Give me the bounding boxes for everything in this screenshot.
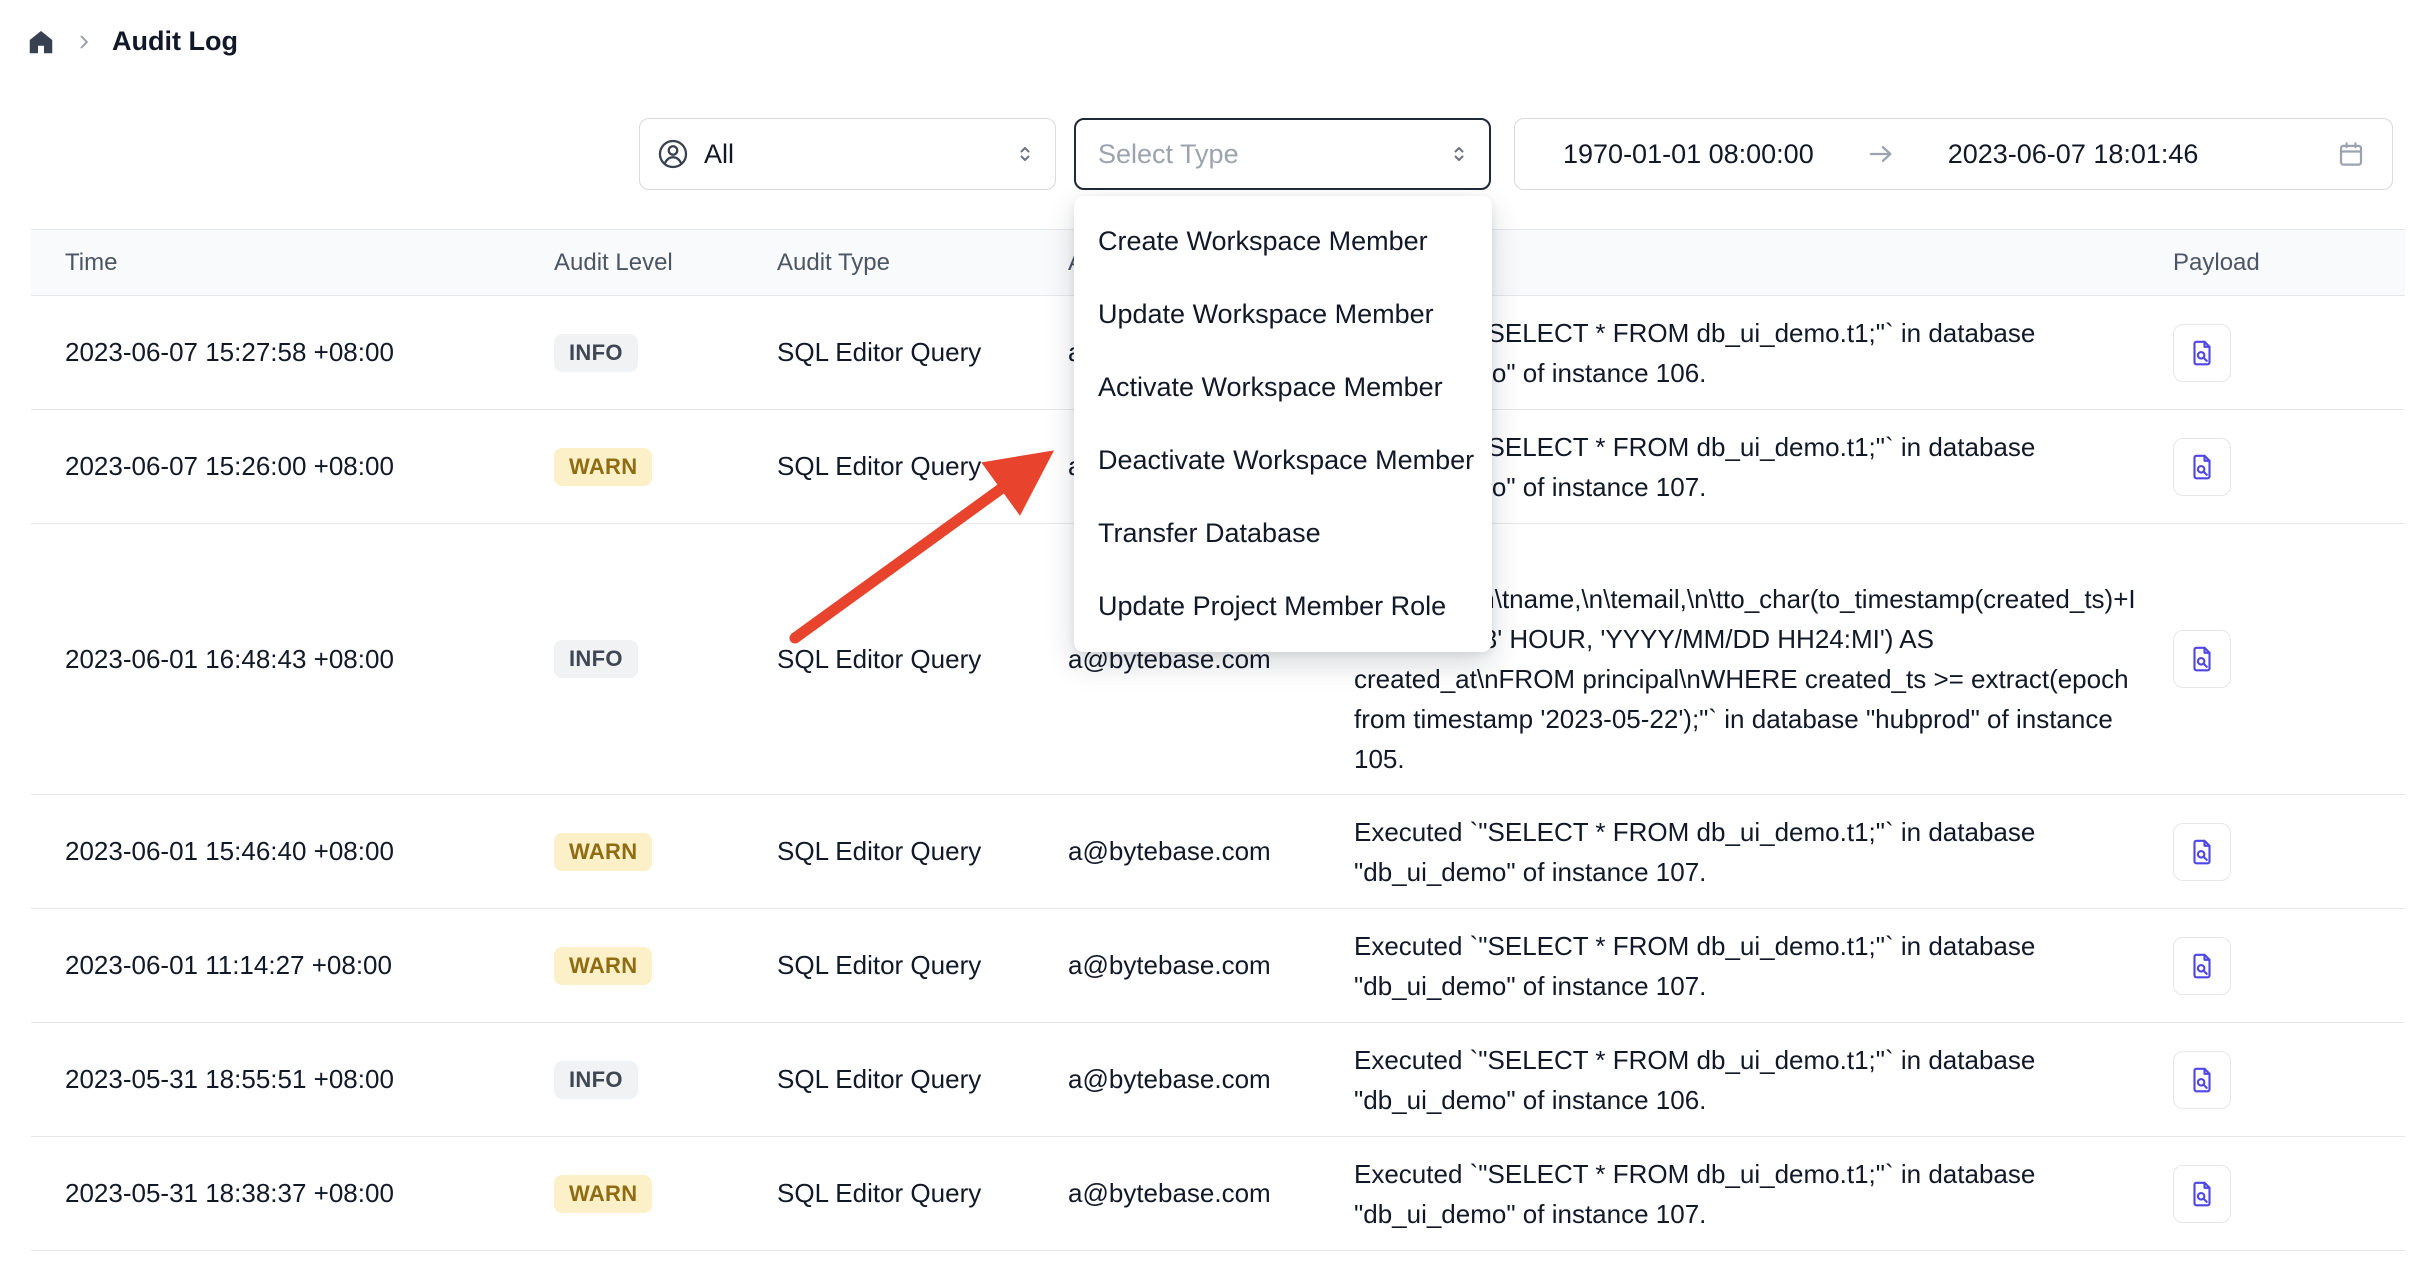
file-search-icon	[2187, 452, 2217, 482]
column-header-payload: Payload	[2173, 249, 2405, 277]
page-title: Audit Log	[112, 26, 238, 57]
date-range-end: 2023-06-07 18:01:46	[1948, 139, 2199, 170]
audit-level-badge: WARN	[554, 833, 652, 871]
audit-type-placeholder: Select Type	[1098, 139, 1239, 170]
file-search-icon	[2187, 644, 2217, 674]
type-option-deactivate-workspace-member[interactable]: Deactivate Workspace Member	[1074, 424, 1492, 497]
table-row: 2023-06-01 11:14:27 +08:00 WARN SQL Edit…	[31, 909, 2405, 1023]
audit-type-cell: SQL Editor Query	[777, 950, 1068, 981]
chevron-right-icon	[74, 32, 94, 52]
table-row: 2023-05-31 18:38:37 +08:00 WARN SQL Edit…	[31, 1137, 2405, 1251]
filter-bar: All Select Type Create Workspace Member …	[639, 118, 2393, 190]
time-cell: 2023-05-31 18:38:37 +08:00	[31, 1178, 554, 1209]
time-cell: 2023-05-31 18:55:51 +08:00	[31, 1064, 554, 1095]
table-row: 2023-05-31 18:55:51 +08:00 INFO SQL Edit…	[31, 1023, 2405, 1137]
home-icon[interactable]	[26, 27, 56, 57]
person-circle-icon	[656, 137, 690, 171]
date-range-picker[interactable]: 1970-01-01 08:00:00 2023-06-07 18:01:46	[1514, 118, 2393, 190]
time-cell: 2023-06-07 15:26:00 +08:00	[31, 451, 554, 482]
audit-level-badge: WARN	[554, 448, 652, 486]
audit-type-cell: SQL Editor Query	[777, 1064, 1068, 1095]
comment-cell: Executed `"SELECT * FROM db_ui_demo.t1;"…	[1354, 926, 2173, 1006]
audit-level-badge: INFO	[554, 640, 638, 678]
type-option-update-workspace-member[interactable]: Update Workspace Member	[1074, 278, 1492, 351]
type-option-transfer-database[interactable]: Transfer Database	[1074, 497, 1492, 570]
audit-level-badge: INFO	[554, 1061, 638, 1099]
table-row: 2023-06-01 15:46:40 +08:00 WARN SQL Edit…	[31, 795, 2405, 909]
chevron-up-down-icon	[1447, 142, 1471, 166]
actor-cell: a@bytebase.com	[1068, 836, 1354, 867]
time-cell: 2023-06-01 16:48:43 +08:00	[31, 644, 554, 675]
audit-type-cell: SQL Editor Query	[777, 644, 1068, 675]
type-option-update-project-member[interactable]: Update Project Member Role	[1074, 570, 1492, 643]
time-cell: 2023-06-07 15:27:58 +08:00	[31, 337, 554, 368]
view-payload-button[interactable]	[2173, 438, 2231, 496]
audit-type-cell: SQL Editor Query	[777, 1178, 1068, 1209]
audit-level-badge: WARN	[554, 947, 652, 985]
file-search-icon	[2187, 1179, 2217, 1209]
audit-type-dropdown: Create Workspace Member Update Workspace…	[1074, 196, 1492, 652]
comment-cell: Executed `"SELECT * FROM db_ui_demo.t1;"…	[1354, 1154, 2173, 1234]
comment-cell: Executed `"SELECT * FROM db_ui_demo.t1;"…	[1354, 812, 2173, 892]
actor-scope-select[interactable]: All	[639, 118, 1056, 190]
audit-level-badge: WARN	[554, 1175, 652, 1213]
file-search-icon	[2187, 338, 2217, 368]
actor-cell: a@bytebase.com	[1068, 1064, 1354, 1095]
audit-level-badge: INFO	[554, 334, 638, 372]
column-header-time: Time	[31, 249, 554, 277]
comment-cell: Executed `"SELECT * FROM db_ui_demo.t1;"…	[1354, 1040, 2173, 1120]
type-option-activate-workspace-member[interactable]: Activate Workspace Member	[1074, 351, 1492, 424]
actor-cell: a@bytebase.com	[1068, 1178, 1354, 1209]
view-payload-button[interactable]	[2173, 937, 2231, 995]
view-payload-button[interactable]	[2173, 823, 2231, 881]
file-search-icon	[2187, 951, 2217, 981]
audit-type-cell: SQL Editor Query	[777, 836, 1068, 867]
audit-type-cell: SQL Editor Query	[777, 451, 1068, 482]
column-header-audit-type: Audit Type	[777, 249, 1068, 277]
chevron-up-down-icon	[1013, 142, 1037, 166]
column-header-audit-level: Audit Level	[554, 249, 777, 277]
view-payload-button[interactable]	[2173, 630, 2231, 688]
audit-type-filter: Select Type Create Workspace Member Upda…	[1074, 118, 1491, 190]
actor-scope-value: All	[704, 139, 734, 170]
file-search-icon	[2187, 837, 2217, 867]
audit-type-select[interactable]: Select Type	[1074, 118, 1491, 190]
audit-type-cell: SQL Editor Query	[777, 337, 1068, 368]
type-option-create-workspace-member[interactable]: Create Workspace Member	[1074, 205, 1492, 278]
view-payload-button[interactable]	[2173, 324, 2231, 382]
view-payload-button[interactable]	[2173, 1051, 2231, 1109]
calendar-icon	[2336, 139, 2366, 169]
time-cell: 2023-06-01 15:46:40 +08:00	[31, 836, 554, 867]
breadcrumb: Audit Log	[26, 26, 238, 57]
file-search-icon	[2187, 1065, 2217, 1095]
date-range-start: 1970-01-01 08:00:00	[1563, 139, 1814, 170]
arrow-right-icon	[1866, 139, 1896, 169]
time-cell: 2023-06-01 11:14:27 +08:00	[31, 950, 554, 981]
view-payload-button[interactable]	[2173, 1165, 2231, 1223]
actor-cell: a@bytebase.com	[1068, 950, 1354, 981]
